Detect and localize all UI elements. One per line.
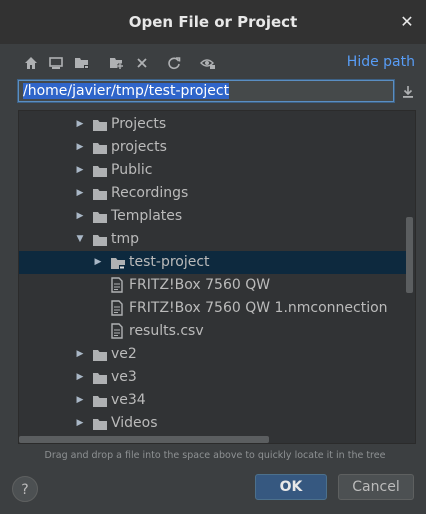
tree-file-row[interactable]: FRITZ!Box 7560 QW (19, 274, 407, 297)
title-bar: Open File or Project ✕ (0, 0, 426, 44)
folder-icon (92, 347, 108, 361)
expand-arrow-right-icon[interactable]: ▶ (93, 257, 103, 267)
toolbar: Hide path (0, 50, 426, 76)
delete-icon[interactable] (131, 52, 153, 74)
tree-item-label: ve34 (111, 392, 146, 408)
folder-icon (92, 209, 108, 223)
tree-item-label: Templates (111, 208, 183, 224)
path-row: /home/javier/tmp/test-project (17, 79, 398, 104)
expand-arrow-right-icon[interactable]: ▶ (75, 188, 85, 198)
help-button[interactable]: ? (12, 476, 38, 502)
hide-path-link[interactable]: Hide path (347, 54, 415, 70)
ok-button[interactable]: OK (255, 474, 327, 500)
show-hidden-icon[interactable] (197, 52, 219, 74)
tree-item-label: test-project (129, 254, 210, 270)
home-icon[interactable] (20, 52, 42, 74)
folder-icon (92, 163, 108, 177)
tree-folder-row[interactable]: ▶ Templates (19, 205, 407, 228)
expand-arrow-right-icon[interactable]: ▶ (75, 372, 85, 382)
expand-arrow-right-icon[interactable]: ▶ (75, 142, 85, 152)
close-button[interactable]: ✕ (398, 13, 416, 31)
tree-folder-row[interactable]: ▶ Videos (19, 412, 407, 435)
expand-arrow-right-icon[interactable]: ▶ (75, 211, 85, 221)
folder-icon (92, 186, 108, 200)
desktop-icon[interactable] (45, 52, 67, 74)
file-tree[interactable]: ▶ Projects ▶ projects ▶ Public ▶ Recordings ▶ Tem… (18, 110, 416, 444)
tree-item-label: FRITZ!Box 7560 QW (129, 277, 271, 293)
expand-arrow-right-icon[interactable]: ▶ (75, 349, 85, 359)
tree-folder-row[interactable]: ▶ Projects (19, 113, 407, 136)
refresh-icon[interactable] (163, 52, 185, 74)
cancel-button[interactable]: Cancel (338, 474, 414, 500)
folder-icon (92, 117, 108, 131)
tree-item-label: FRITZ!Box 7560 QW 1.nmconnection (129, 300, 388, 316)
expand-arrow-right-icon[interactable]: ▶ (75, 119, 85, 129)
tree-item-label: Projects (111, 116, 167, 132)
file-icon (110, 277, 126, 293)
expand-arrow-right-icon[interactable]: ▶ (75, 395, 85, 405)
file-icon (110, 323, 126, 339)
drag-drop-hint: Drag and drop a file into the space abov… (44, 450, 386, 461)
tree-folder-row[interactable]: ▼ tmp (19, 228, 407, 251)
folder-icon (92, 232, 108, 246)
file-icon (110, 300, 126, 316)
expand-arrow-right-icon[interactable]: ▶ (75, 418, 85, 428)
folder-icon (92, 140, 108, 154)
tree-item-label: Public (111, 162, 153, 178)
new-folder-icon[interactable] (106, 52, 128, 74)
vertical-scrollbar[interactable] (406, 217, 413, 293)
download-icon[interactable] (400, 84, 416, 100)
tree-folder-row[interactable]: ▶ Public (19, 159, 407, 182)
tree-folder-row[interactable]: ▶ projects (19, 136, 407, 159)
folder-icon (92, 416, 108, 430)
tree-item-label: ve3 (111, 369, 137, 385)
tree-item-label: Videos (111, 415, 158, 431)
folder-icon (92, 393, 108, 407)
horizontal-scrollbar[interactable] (19, 436, 269, 443)
tree-item-label: tmp (111, 231, 140, 247)
path-text: /home/javier/tmp/test-project (23, 83, 230, 99)
tree-file-row[interactable]: results.csv (19, 320, 407, 343)
dialog-title: Open File or Project (128, 13, 298, 31)
tree-item-label: ve2 (111, 346, 137, 362)
tree-file-row[interactable]: FRITZ!Box 7560 QW 1.nmconnection (19, 297, 407, 320)
tree-folder-row[interactable]: ▶ ve34 (19, 389, 407, 412)
tree-folder-row[interactable]: ▶ Recordings (19, 182, 407, 205)
tree-folder-row[interactable]: ▶ test-project (19, 251, 407, 274)
tree-item-label: projects (111, 139, 167, 155)
tree-folder-row[interactable]: ▶ ve2 (19, 343, 407, 366)
folder-icon (92, 370, 108, 384)
project-folder-icon (110, 255, 126, 270)
expand-arrow-down-icon[interactable]: ▼ (75, 234, 85, 244)
tree-item-label: Recordings (111, 185, 189, 201)
tree-item-label: results.csv (129, 323, 204, 339)
project-folder-icon[interactable] (71, 52, 93, 74)
expand-arrow-right-icon[interactable]: ▶ (75, 165, 85, 175)
path-input[interactable]: /home/javier/tmp/test-project (17, 79, 395, 103)
tree-folder-row[interactable]: ▶ ve3 (19, 366, 407, 389)
